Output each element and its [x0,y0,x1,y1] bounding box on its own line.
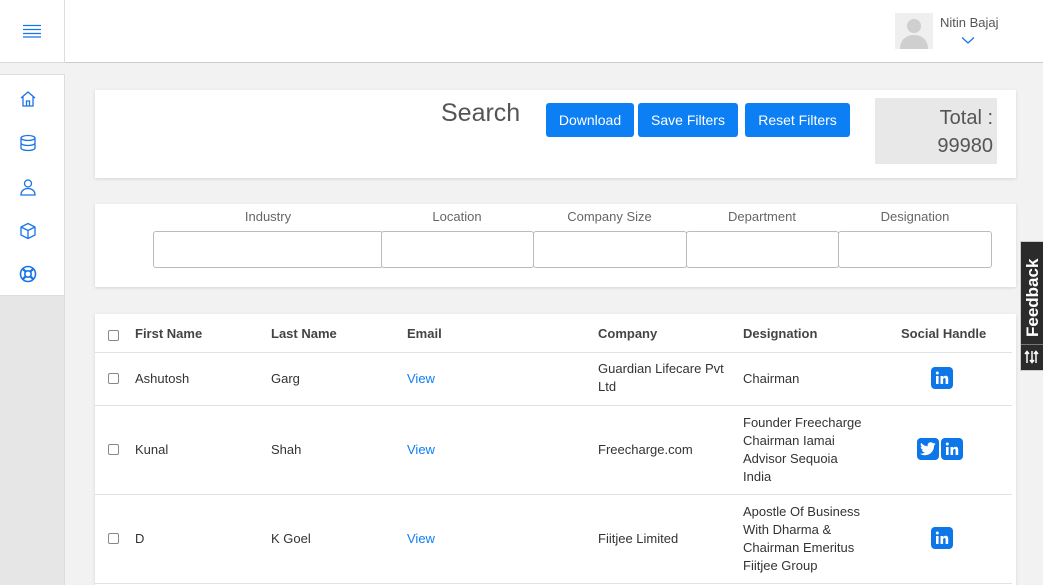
home-icon [20,91,36,107]
linkedin-icon[interactable] [931,367,953,389]
designation-cell: Founder Freecharge Chairman Iamai Adviso… [743,415,862,484]
divider [95,352,1012,353]
designation-cell: Chairman [743,371,800,386]
first-name-cell: Kunal [135,442,169,457]
sidebar-header [0,0,65,63]
filter-panel: Industry Location Company Size Departmen… [95,204,1016,287]
industry-label: Industry [244,209,292,224]
designation-cell: Apostle Of Business With Dharma & Chairm… [743,504,861,573]
box-icon [20,222,36,240]
social-handles [931,367,953,389]
company-cell: Freecharge.com [598,442,693,457]
column-header-company[interactable]: Company [598,326,657,341]
search-title: Search [441,99,521,127]
email-view-link[interactable]: View [407,441,435,459]
row-checkbox[interactable] [108,373,119,384]
feedback-tab[interactable]: Feedback [1020,241,1043,371]
department-input[interactable] [686,231,839,268]
first-name-cell: D [135,531,145,546]
column-header-designation[interactable]: Designation [743,326,817,341]
user-name[interactable]: Nitin Bajaj [940,15,999,30]
row-checkbox[interactable] [108,444,119,455]
designation-label: Designation [880,209,950,224]
column-header-last-name[interactable]: Last Name [271,326,337,341]
company-cell: Guardian Lifecare Pvt Ltd [598,361,724,394]
user-icon [20,179,36,196]
sidebar-item-user[interactable] [17,176,39,198]
top-header: Nitin Bajaj [65,0,1043,63]
social-handles [931,527,953,549]
select-all-checkbox[interactable] [108,330,119,341]
sidebar-item-box[interactable] [17,220,39,242]
sidebar-background [0,296,65,585]
social-handles [917,438,963,460]
divider [1021,344,1043,345]
chevron-down-icon[interactable] [961,32,975,50]
total-label: Total : [939,107,993,129]
divider [95,494,1012,495]
feedback-label: Feedback [1023,258,1042,337]
company-cell: Fiitjee Limited [598,531,679,546]
save-filters-button[interactable]: Save Filters [638,103,738,137]
location-label: Location [432,209,482,224]
reset-filters-button[interactable]: Reset Filters [745,103,850,137]
twitter-icon[interactable] [917,438,939,460]
email-view-link[interactable]: View [407,530,435,548]
sidebar-nav [0,74,65,296]
last-name-cell: Shah [271,442,302,457]
sort-arrows-icon [1024,350,1040,369]
column-header-email[interactable]: Email [407,326,442,341]
column-header-first-name[interactable]: First Name [135,326,202,341]
linkedin-icon[interactable] [931,527,953,549]
download-button[interactable]: Download [546,103,634,137]
location-input[interactable] [381,231,534,268]
total-count-box: Total : 99980 [875,98,997,164]
department-label: Department [728,209,796,224]
row-checkbox[interactable] [108,533,119,544]
linkedin-icon[interactable] [941,438,963,460]
industry-input[interactable] [153,231,383,268]
designation-input[interactable] [838,231,992,268]
hamburger-menu-icon[interactable] [23,24,41,38]
sidebar-item-home[interactable] [17,88,39,110]
database-icon [20,134,36,152]
lifebuoy-icon [19,265,37,283]
column-header-social-handle: Social Handle [901,326,987,341]
results-table: First Name Last Name Email Company Desig… [95,314,1016,585]
divider [95,405,1012,406]
company-size-label: Company Size [567,209,652,224]
first-name-cell: Ashutosh [135,371,190,386]
email-view-link[interactable]: View [407,370,435,388]
avatar[interactable] [895,13,933,49]
divider [95,583,1012,584]
search-panel: Search Download Save Filters Reset Filte… [95,90,1016,178]
sidebar-item-database[interactable] [17,132,39,154]
last-name-cell: Garg [271,371,300,386]
last-name-cell: K Goel [271,531,311,546]
sidebar-item-support[interactable] [17,263,39,285]
company-size-input[interactable] [533,231,687,268]
total-value: 99980 [937,135,993,157]
